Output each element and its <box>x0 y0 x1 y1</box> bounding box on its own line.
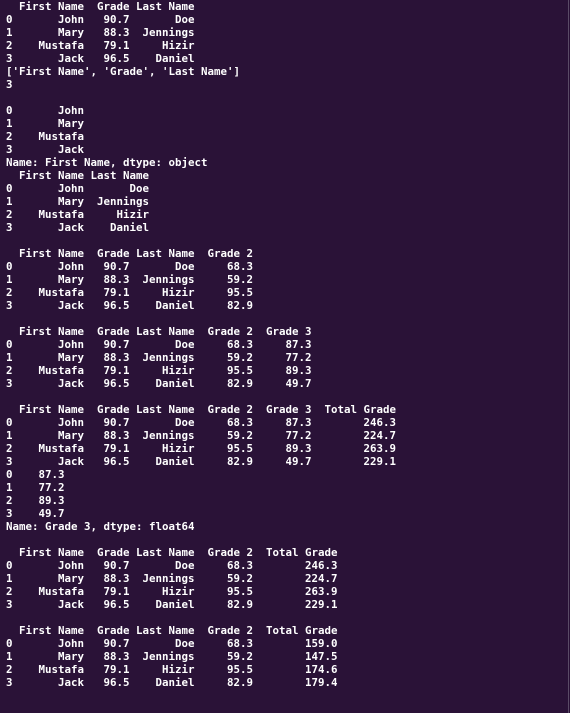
terminal-line: 1 Mary Jennings <box>6 195 150 208</box>
terminal-line: First Name Grade Last Name Grade 2 Total… <box>6 546 338 559</box>
terminal-line: First Name Grade Last Name Grade 2 Total… <box>6 624 338 637</box>
terminal-line: First Name Last Name <box>6 169 150 182</box>
terminal-line: 0 John 90.7 Doe 68.3 87.3 <box>6 338 312 351</box>
terminal-line: First Name Grade Last Name Grade 2 <box>6 247 254 260</box>
terminal-line: ['First Name', 'Grade', 'Last Name'] <box>6 65 241 78</box>
terminal-line: 0 87.3 <box>6 468 65 481</box>
terminal-line: 0 John 90.7 Doe <box>6 13 195 26</box>
terminal-line: 2 Mustafa <box>6 130 85 143</box>
terminal-line: 0 John 90.7 Doe 68.3 159.0 <box>6 637 338 650</box>
terminal-line: 3 Jack Daniel <box>6 221 150 234</box>
terminal-line: 2 Mustafa 79.1 Hizir 95.5 89.3 <box>6 364 312 377</box>
terminal-line: 3 Jack <box>6 143 85 156</box>
terminal-line: 3 Jack 96.5 Daniel 82.9 179.4 <box>6 676 338 689</box>
terminal-line: 3 49.7 <box>6 507 65 520</box>
terminal-line: 3 <box>6 78 13 91</box>
terminal-line: 3 Jack 96.5 Daniel 82.9 229.1 <box>6 598 338 611</box>
terminal-line: 2 Mustafa 79.1 Hizir <box>6 39 195 52</box>
terminal-line: 2 Mustafa Hizir <box>6 208 150 221</box>
terminal-line: 0 John 90.7 Doe 68.3 <box>6 260 254 273</box>
terminal-line: First Name Grade Last Name Grade 2 Grade… <box>6 403 397 416</box>
terminal-line: 1 77.2 <box>6 481 65 494</box>
terminal-line: 3 Jack 96.5 Daniel <box>6 52 195 65</box>
terminal-line: 1 Mary 88.3 Jennings 59.2 77.2 <box>6 351 312 364</box>
terminal-line: 2 Mustafa 79.1 Hizir 95.5 89.3 263.9 <box>6 442 397 455</box>
terminal-line: 0 John 90.7 Doe 68.3 87.3 246.3 <box>6 416 397 429</box>
terminal-line: 2 89.3 <box>6 494 65 507</box>
terminal-line: Name: First Name, dtype: object <box>6 156 208 169</box>
terminal-line: 1 Mary 88.3 Jennings <box>6 26 195 39</box>
terminal-line: First Name Grade Last Name <box>6 0 195 13</box>
terminal-line: 2 Mustafa 79.1 Hizir 95.5 174.6 <box>6 663 338 676</box>
terminal-line: 2 Mustafa 79.1 Hizir 95.5 263.9 <box>6 585 338 598</box>
terminal-line: 1 Mary <box>6 117 85 130</box>
terminal-line: 1 Mary 88.3 Jennings 59.2 147.5 <box>6 650 338 663</box>
terminal-line: 1 Mary 88.3 Jennings 59.2 224.7 <box>6 572 338 585</box>
terminal-line: 3 Jack 96.5 Daniel 82.9 <box>6 299 254 312</box>
terminal-line: 3 Jack 96.5 Daniel 82.9 49.7 <box>6 377 312 390</box>
terminal-output: First Name Grade Last Name 0 John 90.7 Do… <box>6 0 396 689</box>
terminal-line: 0 John <box>6 104 85 117</box>
terminal-line: 2 Mustafa 79.1 Hizir 95.5 <box>6 286 254 299</box>
terminal-line: 0 John Doe <box>6 182 150 195</box>
terminal-line: 0 John 90.7 Doe 68.3 246.3 <box>6 559 338 572</box>
terminal-line: 3 Jack 96.5 Daniel 82.9 49.7 229.1 <box>6 455 397 468</box>
terminal-line: Name: Grade 3, dtype: float64 <box>6 520 195 533</box>
terminal-line: 1 Mary 88.3 Jennings 59.2 <box>6 273 254 286</box>
terminal-window[interactable]: First Name Grade Last Name 0 John 90.7 Do… <box>0 0 569 713</box>
terminal-line: 1 Mary 88.3 Jennings 59.2 77.2 224.7 <box>6 429 397 442</box>
terminal-line: First Name Grade Last Name Grade 2 Grade… <box>6 325 312 338</box>
